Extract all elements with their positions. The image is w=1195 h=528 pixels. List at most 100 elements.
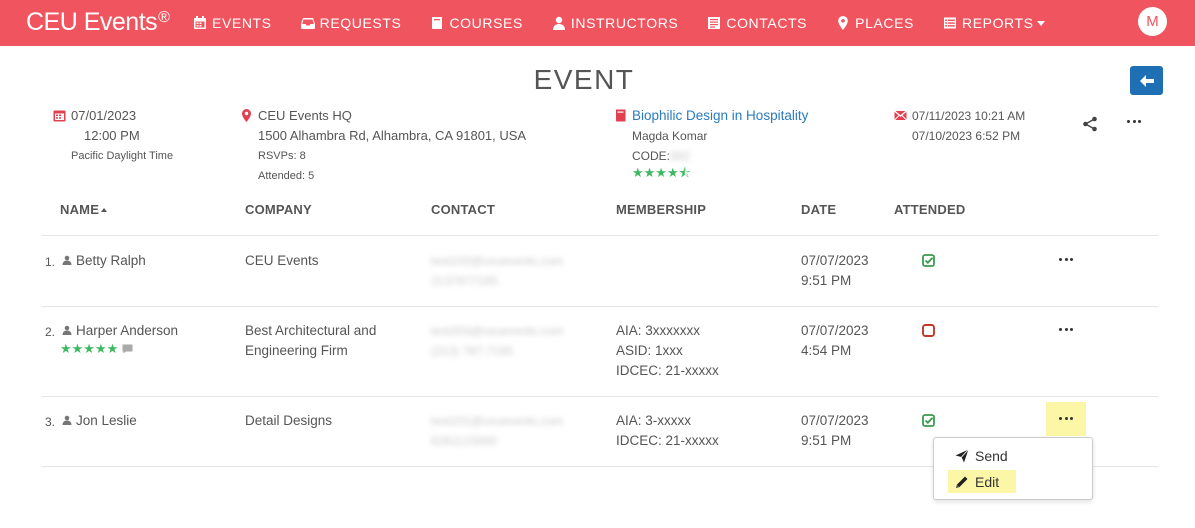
attendee-email[interactable]: test102@ceuevents.com	[431, 251, 563, 271]
map-marker-icon	[836, 16, 850, 30]
nav-instructors[interactable]: INSTRUCTORS	[552, 15, 678, 31]
more-icon	[1059, 417, 1073, 421]
membership-aia: AIA: 3-xxxxx	[616, 413, 692, 428]
event-emails: 07/11/2023 10:21 AM 07/10/2023 6:52 PM	[894, 106, 1026, 146]
more-icon	[1059, 328, 1073, 332]
event-datetime: 07/01/2023 12:00 PM Pacific Daylight Tim…	[53, 106, 174, 166]
calendar-icon	[193, 16, 207, 30]
header-attended[interactable]: ATTENDED	[894, 202, 965, 217]
event-course: Biophilic Design in Hospitality Magda Ko…	[616, 106, 808, 180]
inbox-icon	[300, 16, 315, 30]
nav-menu: EVENTS REQUESTS COURSES INSTRUCTORS CONT…	[193, 0, 1074, 46]
paper-plane-icon	[955, 448, 969, 462]
attendee-name[interactable]: Betty Ralph	[62, 251, 146, 271]
header-membership[interactable]: MEMBERSHIP	[616, 202, 706, 217]
attendee-phone: 2137877165	[431, 274, 498, 288]
event-time: 12:00 PM	[84, 128, 140, 143]
email-sent-1: 07/11/2023 10:21 AM	[912, 109, 1026, 123]
table-divider	[42, 306, 1158, 307]
attendee-email[interactable]: test203@ceuevents.com	[431, 321, 563, 341]
row-number: 1.	[45, 255, 56, 269]
event-place: CEU Events HQ 1500 Alhambra Rd, Alhambra…	[242, 106, 527, 186]
book-icon	[616, 109, 626, 122]
header-company[interactable]: COMPANY	[245, 202, 312, 217]
table-divider	[42, 396, 1158, 397]
course-code: CODE:882	[632, 149, 691, 163]
rating-stars: ★★★★★	[60, 341, 119, 356]
nav-requests[interactable]: REQUESTS	[300, 15, 402, 31]
row-actions-button[interactable]	[1046, 313, 1086, 347]
nav-courses[interactable]: COURSES	[430, 15, 522, 31]
book-icon	[430, 16, 444, 30]
membership-idcec: IDCEC: 21-xxxxx	[616, 433, 719, 448]
envelope-icon	[894, 110, 907, 121]
event-more-icon[interactable]	[1127, 120, 1141, 124]
nav-reports[interactable]: REPORTS	[943, 15, 1045, 31]
user-icon	[62, 415, 72, 425]
map-marker-icon	[242, 109, 251, 122]
attendee-rating: ★★★★★	[60, 341, 133, 357]
attendee-phone: (213) 787-7165	[431, 344, 514, 358]
page-title: EVENT	[533, 64, 635, 95]
nav-places[interactable]: PLACES	[836, 15, 914, 31]
course-rating-stars: ★★★★⯪	[632, 165, 691, 180]
nav-contacts[interactable]: CONTACTS	[707, 15, 807, 31]
membership-idcec: IDCEC: 21-xxxxx	[616, 363, 719, 378]
row-actions-button[interactable]	[1046, 243, 1086, 277]
not-attended-box-icon[interactable]	[922, 324, 935, 337]
row-number: 3.	[45, 415, 56, 429]
attendee-company-line2: Engineering Firm	[245, 343, 348, 358]
row-actions-button-active[interactable]	[1046, 402, 1086, 436]
attendee-email[interactable]: test101@ceuevents.com	[431, 411, 563, 431]
brand-logo[interactable]: CEU Events®	[26, 8, 170, 37]
attendee-date: 07/07/2023	[801, 413, 869, 428]
user-icon	[62, 325, 72, 335]
header-contact[interactable]: CONTACT	[431, 202, 495, 217]
back-button[interactable]	[1130, 66, 1163, 95]
attended-check-icon[interactable]	[922, 414, 935, 427]
header-date[interactable]: DATE	[801, 202, 836, 217]
share-icon[interactable]	[1082, 116, 1098, 132]
menu-item-edit[interactable]: Edit	[948, 470, 1016, 493]
header-name[interactable]: NAME	[60, 202, 108, 217]
top-navbar: CEU Events® EVENTS REQUESTS COURSES INST…	[0, 0, 1195, 46]
attendee-phone: 6261123000	[431, 434, 497, 448]
attendee-company: Best Architectural and	[245, 323, 377, 338]
table-divider	[42, 235, 1158, 236]
menu-item-send[interactable]: Send	[948, 444, 1016, 467]
attendee-name[interactable]: Harper Anderson	[62, 321, 178, 341]
list-icon	[943, 16, 957, 30]
place-address: 1500 Alhambra Rd, Alhambra, CA 91801, US…	[258, 128, 527, 143]
attendee-name[interactable]: Jon Leslie	[62, 411, 137, 431]
attendee-date: 07/07/2023	[801, 323, 869, 338]
attendee-company: Detail Designs	[245, 413, 333, 428]
membership-aia: AIA: 3xxxxxxx	[616, 323, 701, 338]
row-actions-dropdown: Send Edit	[933, 437, 1093, 500]
user-icon	[552, 16, 566, 30]
sort-asc-icon	[101, 208, 108, 212]
arrow-left-icon	[1139, 74, 1154, 87]
attended-count: Attended: 5	[258, 170, 315, 182]
place-name[interactable]: CEU Events HQ	[258, 106, 526, 126]
attendee-time: 4:54 PM	[801, 343, 852, 358]
instructor-name[interactable]: Magda Komar	[632, 126, 808, 146]
nav-events[interactable]: EVENTS	[193, 15, 272, 31]
email-sent-2: 07/10/2023 6:52 PM	[912, 129, 1021, 143]
user-avatar[interactable]: M	[1138, 7, 1167, 36]
row-number: 2.	[45, 325, 56, 339]
attendee-time: 9:51 PM	[801, 433, 852, 448]
chevron-down-icon	[1036, 20, 1045, 26]
event-date: 07/01/2023	[71, 108, 137, 123]
rsvp-count: RSVPs: 8	[258, 150, 306, 162]
pencil-icon	[956, 476, 968, 488]
membership-asid: ASID: 1xxx	[616, 343, 683, 358]
calendar-icon	[53, 110, 66, 122]
attendee-date: 07/07/2023	[801, 253, 869, 268]
more-icon	[1059, 258, 1073, 262]
attended-check-icon[interactable]	[922, 254, 935, 267]
attendee-time: 9:51 PM	[801, 273, 852, 288]
event-timezone: Pacific Daylight Time	[71, 150, 174, 162]
course-title-link[interactable]: Biophilic Design in Hospitality	[632, 106, 808, 126]
address-book-icon	[707, 16, 721, 30]
comment-icon[interactable]	[122, 344, 133, 354]
